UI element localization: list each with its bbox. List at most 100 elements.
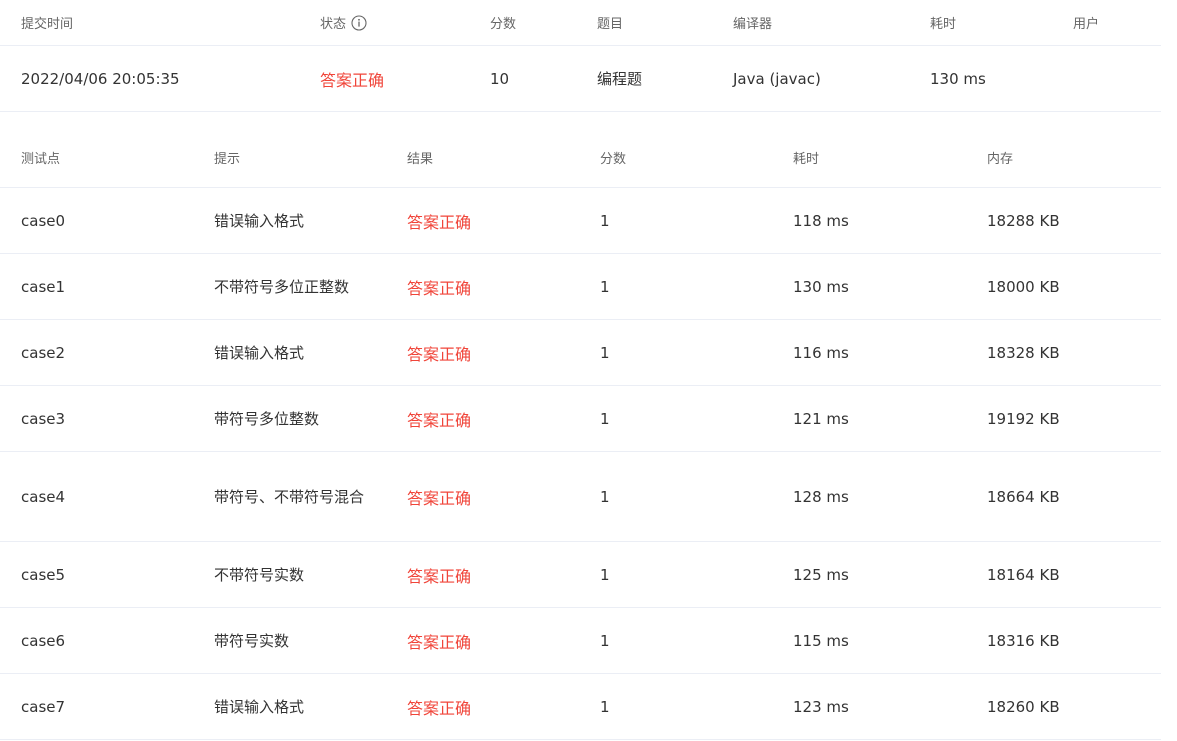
submission-status-value[interactable]: 答案正确 xyxy=(320,67,384,91)
case-score-value: 1 xyxy=(600,211,610,230)
case-hint: 错误输入格式 xyxy=(214,674,394,739)
header-result: 结果 xyxy=(407,127,587,187)
submission-score: 10 xyxy=(490,46,590,111)
submission-score-value: 10 xyxy=(490,69,510,88)
case-memory-value: 18000 KB xyxy=(987,277,1060,296)
header-problem-label: 题目 xyxy=(597,17,624,32)
case-name-value: case3 xyxy=(21,409,66,428)
case-result: 答案正确 xyxy=(407,320,587,385)
submission-problem[interactable]: 编程题 xyxy=(597,46,727,111)
case-result-value: 答案正确 xyxy=(407,344,472,364)
case-memory: 18000 KB xyxy=(987,254,1161,319)
case-memory: 18328 KB xyxy=(987,320,1161,385)
case-score-value: 1 xyxy=(600,277,610,296)
submit-time-value: 2022/04/06 20:05:35 xyxy=(21,69,180,88)
case-hint-value: 不带符号多位正整数 xyxy=(214,277,350,296)
case-memory-value: 18664 KB xyxy=(987,487,1060,506)
header-score-label: 分数 xyxy=(490,17,517,32)
table-row: case6 带符号实数 答案正确 1 115 ms 18316 KB xyxy=(0,608,1161,674)
submission-status[interactable]: 答案正确 xyxy=(320,46,490,111)
header-memory: 内存 xyxy=(987,127,1161,187)
case-hint: 不带符号实数 xyxy=(214,542,394,607)
table-row: case0 错误输入格式 答案正确 1 118 ms 18288 KB xyxy=(0,188,1161,254)
submission-user[interactable] xyxy=(1073,46,1161,111)
table-row: case2 错误输入格式 答案正确 1 116 ms 18328 KB xyxy=(0,320,1161,386)
header-user-label: 用户 xyxy=(1073,17,1100,32)
case-memory: 19192 KB xyxy=(987,386,1161,451)
case-result: 答案正确 xyxy=(407,188,587,253)
case-hint-value: 带符号、不带符号混合 xyxy=(214,487,365,506)
case-hint: 错误输入格式 xyxy=(214,320,394,385)
case-hint-value: 错误输入格式 xyxy=(214,697,305,716)
case-hint: 带符号多位整数 xyxy=(214,386,394,451)
case-score: 1 xyxy=(600,188,780,253)
case-hint-value: 错误输入格式 xyxy=(214,211,305,230)
case-score-value: 1 xyxy=(600,343,610,362)
case-result: 答案正确 xyxy=(407,452,587,541)
header-case-elapsed-label: 耗时 xyxy=(793,151,820,167)
header-user: 用户 xyxy=(1073,0,1161,45)
case-score-value: 1 xyxy=(600,487,610,506)
case-elapsed-value: 130 ms xyxy=(793,277,849,296)
case-name: case5 xyxy=(21,542,201,607)
case-result-value: 答案正确 xyxy=(407,278,472,298)
case-name: case2 xyxy=(21,320,201,385)
case-memory-value: 18260 KB xyxy=(987,697,1060,716)
case-score: 1 xyxy=(600,254,780,319)
case-result-value: 答案正确 xyxy=(407,410,472,430)
info-circle-icon[interactable] xyxy=(351,14,367,31)
case-hint-value: 带符号多位整数 xyxy=(214,409,320,428)
header-problem: 题目 xyxy=(597,0,727,45)
case-name-value: case7 xyxy=(21,697,66,716)
case-elapsed: 125 ms xyxy=(793,542,973,607)
case-hint: 带符号实数 xyxy=(214,608,394,673)
case-score-value: 1 xyxy=(600,631,610,650)
case-score-value: 1 xyxy=(600,697,610,716)
testcase-header-row: 测试点 提示 结果 分数 耗时 内存 xyxy=(0,127,1161,188)
submit-time: 2022/04/06 20:05:35 xyxy=(21,46,311,111)
case-result: 答案正确 xyxy=(407,608,587,673)
header-case-label: 测试点 xyxy=(21,151,61,167)
header-submit-time: 提交时间 xyxy=(21,0,311,45)
case-memory-value: 18288 KB xyxy=(987,211,1060,230)
header-status-label: 状态 xyxy=(320,17,347,32)
case-score-value: 1 xyxy=(600,409,610,428)
table-row: case7 错误输入格式 答案正确 1 123 ms 18260 KB xyxy=(0,674,1161,740)
header-case: 测试点 xyxy=(21,127,201,187)
case-elapsed-value: 123 ms xyxy=(793,697,849,716)
header-elapsed: 耗时 xyxy=(930,0,1070,45)
case-score: 1 xyxy=(600,386,780,451)
case-name-value: case6 xyxy=(21,631,66,650)
case-elapsed-value: 121 ms xyxy=(793,409,849,428)
case-hint: 不带符号多位正整数 xyxy=(214,254,394,319)
case-memory-value: 19192 KB xyxy=(987,409,1060,428)
case-score: 1 xyxy=(600,452,780,541)
table-row: case3 带符号多位整数 答案正确 1 121 ms 19192 KB xyxy=(0,386,1161,452)
header-compiler-label: 编译器 xyxy=(733,17,773,32)
case-memory: 18260 KB xyxy=(987,674,1161,739)
case-result: 答案正确 xyxy=(407,254,587,319)
case-score-value: 1 xyxy=(600,565,610,584)
case-name: case6 xyxy=(21,608,201,673)
case-result-value: 答案正确 xyxy=(407,488,472,508)
case-elapsed-value: 116 ms xyxy=(793,343,849,362)
table-row: case1 不带符号多位正整数 答案正确 1 130 ms 18000 KB xyxy=(0,254,1161,320)
header-hint-label: 提示 xyxy=(214,151,241,167)
case-memory-value: 18164 KB xyxy=(987,565,1060,584)
case-hint-value: 错误输入格式 xyxy=(214,343,305,362)
case-hint-value: 不带符号实数 xyxy=(214,565,305,584)
case-name-value: case2 xyxy=(21,343,66,362)
case-elapsed: 116 ms xyxy=(793,320,973,385)
case-result-value: 答案正确 xyxy=(407,698,472,718)
submission-compiler: Java (javac) xyxy=(733,46,923,111)
case-elapsed-value: 118 ms xyxy=(793,211,849,230)
case-score: 1 xyxy=(600,320,780,385)
case-memory-value: 18328 KB xyxy=(987,343,1060,362)
header-score: 分数 xyxy=(490,0,590,45)
case-score: 1 xyxy=(600,674,780,739)
case-name: case0 xyxy=(21,188,201,253)
case-memory-value: 18316 KB xyxy=(987,631,1060,650)
table-row: case5 不带符号实数 答案正确 1 125 ms 18164 KB xyxy=(0,542,1161,608)
submission-header-row: 提交时间 状态 分数 题目 编译器 耗时 用户 xyxy=(0,0,1161,46)
submission-problem-value[interactable]: 编程题 xyxy=(597,68,642,89)
